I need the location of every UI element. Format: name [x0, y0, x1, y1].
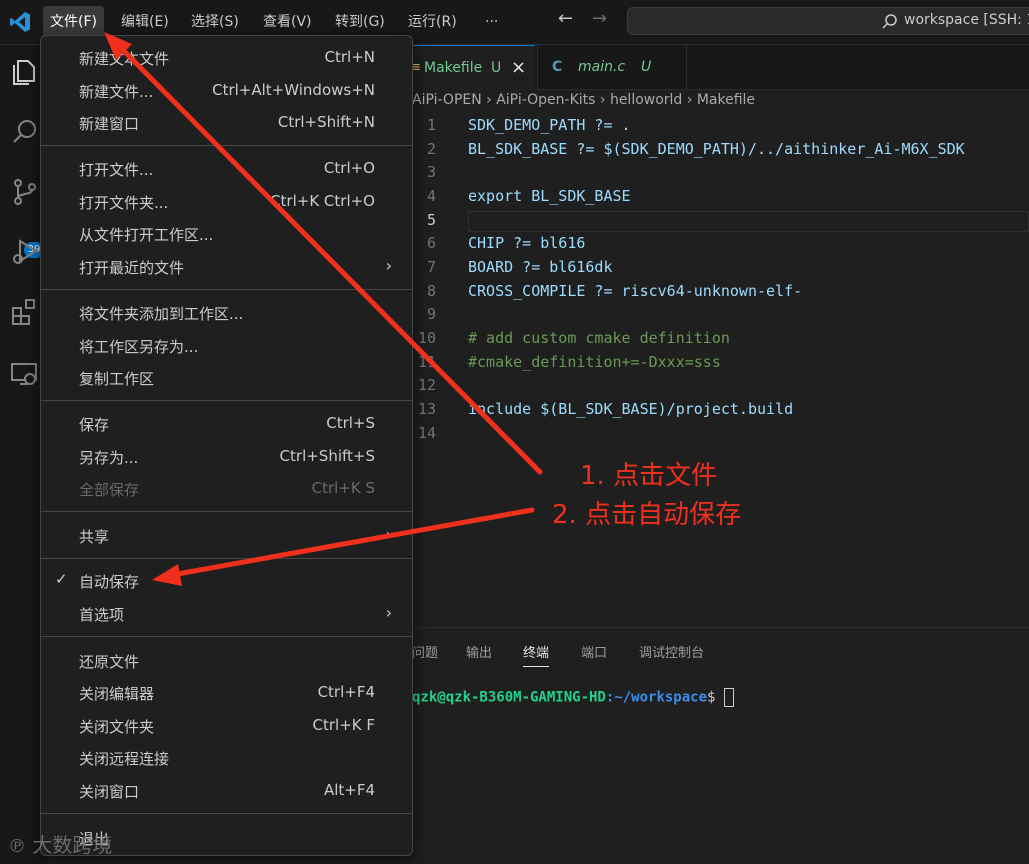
- menu-item-save[interactable]: 保存 Ctrl+S: [41, 409, 412, 439]
- panel-tab-ports[interactable]: 端口: [581, 642, 607, 661]
- menu-item-new-window[interactable]: 新建窗口 Ctrl+Shift+N: [41, 108, 412, 138]
- terminal-path: :~/workspace: [605, 689, 708, 706]
- code-line: 11 #cmake_definition+=-Dxxx=sss: [417, 353, 721, 371]
- menu-file[interactable]: 文件(F): [43, 6, 104, 38]
- menu-item-open-file[interactable]: 打开文件... Ctrl+O: [41, 154, 412, 184]
- code-line: 14: [417, 424, 436, 442]
- code-line: 2 BL_SDK_BASE ?= $(SDK_DEMO_PATH)/../aith…: [426, 140, 965, 158]
- watermark-icon: ℗: [8, 836, 26, 857]
- tab-main-c[interactable]: C main.c U: [537, 45, 687, 89]
- code-line: 1 SDK_DEMO_PATH ?= .: [426, 116, 631, 134]
- menu-item-auto-save[interactable]: ✓ 自动保存: [41, 566, 412, 596]
- code-line: 6 CHIP ?= bl616: [426, 234, 586, 252]
- tab-main-c-status: U: [641, 59, 652, 75]
- watermark-logo: ℗ 大数跨境: [8, 829, 112, 858]
- code-line: 8 CROSS_COMPILE ?= riscv64-unknown-elf-: [426, 282, 803, 300]
- menu-item-close-remote[interactable]: 关闭远程连接: [41, 743, 412, 773]
- menu-item-save-as[interactable]: 另存为... Ctrl+Shift+S: [41, 442, 412, 472]
- command-center-search[interactable]: workspace [SSH: 19: [627, 7, 1029, 35]
- search-sidebar-icon[interactable]: [10, 117, 40, 147]
- menu-go[interactable]: 转到(G): [328, 6, 392, 38]
- menu-item-revert-file[interactable]: 还原文件: [41, 646, 412, 676]
- chevron-right-icon: ›: [385, 256, 392, 275]
- menu-item-preferences[interactable]: 首选项 ›: [41, 599, 412, 629]
- panel-divider: [412, 627, 1029, 628]
- terminal-user: qzk@qzk-B360M-GAMING-HD: [412, 689, 606, 706]
- current-line-highlight: [468, 211, 1029, 232]
- panel-tab-problems[interactable]: 问题: [412, 642, 438, 661]
- menu-item-save-workspace-as[interactable]: 将工作区另存为...: [41, 331, 412, 361]
- menu-separator: [41, 400, 412, 401]
- menu-item-share[interactable]: 共享 ›: [41, 521, 412, 551]
- remote-explorer-icon[interactable]: [10, 359, 40, 389]
- close-icon[interactable]: ×: [511, 46, 526, 90]
- menu-item-duplicate-workspace[interactable]: 复制工作区: [41, 363, 412, 393]
- menu-separator: [41, 289, 412, 290]
- file-menu-dropdown: 新建文本文件 Ctrl+N 新建文件... Ctrl+Alt+Windows+N 新…: [40, 35, 413, 856]
- forward-arrow-icon[interactable]: →: [592, 8, 607, 29]
- vscode-logo-icon: [10, 12, 30, 32]
- code-line: 12: [417, 376, 436, 394]
- annotation-step-2: 2. 点击自动保存: [552, 500, 742, 530]
- terminal-cursor: [723, 688, 734, 707]
- source-control-icon[interactable]: [10, 177, 40, 207]
- menu-item-close-folder[interactable]: 关闭文件夹 Ctrl+K F: [41, 711, 412, 741]
- explorer-icon[interactable]: [10, 57, 40, 87]
- watermark-text: 大数跨境: [32, 833, 113, 857]
- panel-tab-terminal[interactable]: 终端: [523, 642, 550, 667]
- menu-view[interactable]: 查看(V): [256, 6, 319, 38]
- tab-makefile-status: U: [491, 60, 502, 76]
- code-line: 5: [426, 211, 436, 229]
- panel-tab-output[interactable]: 输出: [466, 642, 492, 661]
- menu-item-add-folder-to-workspace[interactable]: 将文件夹添加到工作区...: [41, 298, 412, 328]
- annotation-step-1: 1. 点击文件: [580, 461, 718, 491]
- code-line: 7 BOARD ?= bl616dk: [426, 258, 613, 276]
- code-line: 9: [426, 305, 436, 323]
- chevron-right-icon: ›: [385, 603, 392, 622]
- menu-separator: [41, 145, 412, 146]
- code-line: 4 export BL_SDK_BASE: [426, 187, 631, 205]
- terminal[interactable]: qzk@qzk-B360M-GAMING-HD:~/workspace$: [412, 688, 734, 707]
- terminal-prompt: $: [707, 689, 724, 706]
- menu-separator: [41, 558, 412, 559]
- tab-makefile[interactable]: ≡ Makefile U ×: [410, 45, 535, 90]
- chevron-right-icon: ›: [385, 525, 392, 544]
- code-line: 10 # add custom cmake definition: [417, 329, 730, 347]
- menu-item-open-workspace[interactable]: 从文件打开工作区...: [41, 219, 412, 249]
- panel-tab-debug-console[interactable]: 调试控制台: [639, 642, 704, 661]
- search-icon: [882, 14, 897, 29]
- menu-separator: [41, 813, 412, 814]
- tab-makefile-label: Makefile: [424, 60, 483, 76]
- menu-edit[interactable]: 编辑(E): [114, 6, 176, 38]
- menu-item-open-recent[interactable]: 打开最近的文件 ›: [41, 252, 412, 282]
- menu-separator: [41, 636, 412, 637]
- menu-item-save-all: 全部保存 Ctrl+K S: [79, 479, 375, 499]
- breadcrumb[interactable]: AiPi-OPEN › AiPi-Open-Kits › helloworld …: [412, 92, 755, 108]
- code-editor[interactable]: 1 SDK_DEMO_PATH ?= . 2 BL_SDK_BASE ?= $(SD…: [412, 114, 1029, 454]
- c-file-icon: C: [552, 59, 563, 75]
- menu-more[interactable]: ···: [478, 6, 505, 38]
- menu-run[interactable]: 运行(R): [401, 6, 464, 38]
- back-arrow-icon[interactable]: ←: [558, 8, 573, 29]
- menu-selection[interactable]: 选择(S): [184, 6, 246, 38]
- code-line: 13 include $(BL_SDK_BASE)/project.build: [417, 400, 794, 418]
- menu-item-open-folder[interactable]: 打开文件夹... Ctrl+K Ctrl+O: [41, 187, 412, 217]
- menu-item-new-text-file[interactable]: 新建文本文件 Ctrl+N: [41, 43, 412, 73]
- menu-separator: [41, 511, 412, 512]
- menu-item-close-window[interactable]: 关闭窗口 Alt+F4: [41, 776, 412, 806]
- menu-item-close-editor[interactable]: 关闭编辑器 Ctrl+F4: [41, 678, 412, 708]
- extensions-icon[interactable]: [10, 297, 40, 327]
- run-debug-icon[interactable]: [10, 237, 40, 267]
- menu-item-new-file[interactable]: 新建文件... Ctrl+Alt+Windows+N: [41, 76, 412, 106]
- tab-main-c-label: main.c: [578, 59, 626, 75]
- code-line: 3: [426, 163, 436, 181]
- search-text: workspace [SSH: 19: [904, 12, 1029, 28]
- checkmark-icon: ✓: [55, 570, 68, 588]
